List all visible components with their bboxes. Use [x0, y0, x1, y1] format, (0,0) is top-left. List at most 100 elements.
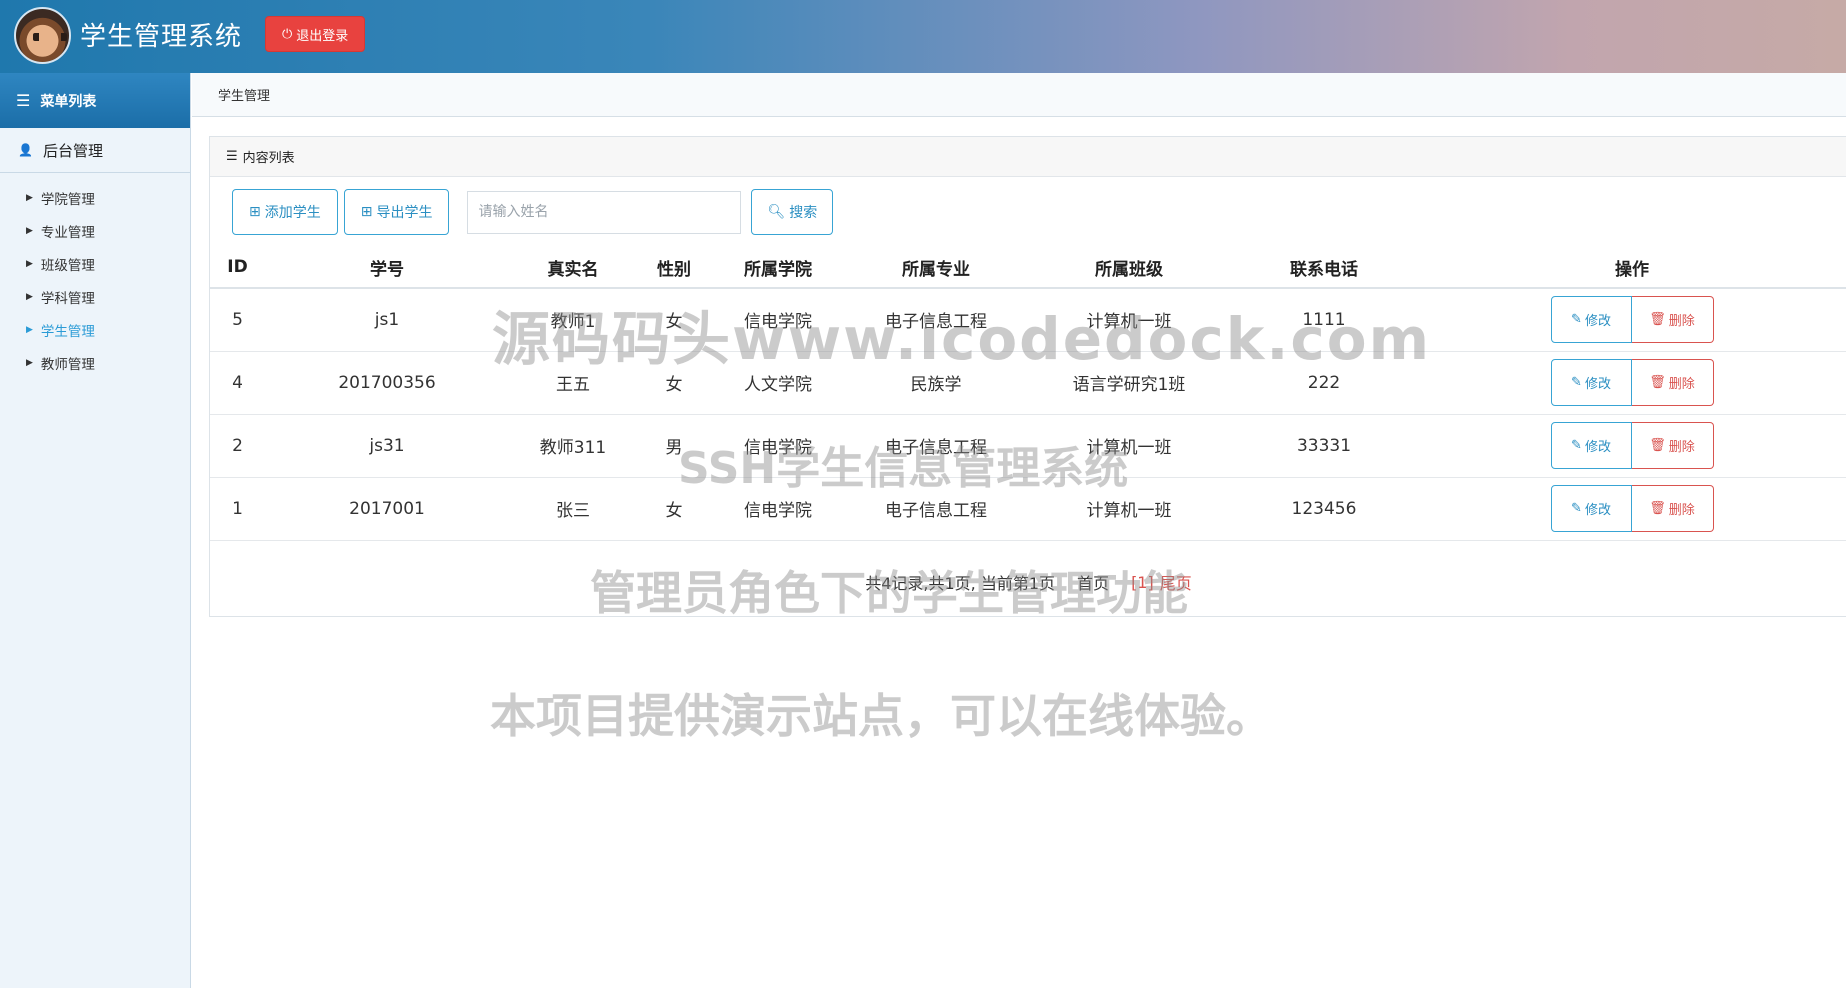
export-student-button[interactable]: ⊞ 导出学生: [343, 189, 450, 235]
student-table: ID 学号 真实名 性别 所属学院 所属专业 所属班级 联系电话 操作 5 js1…: [210, 247, 1846, 541]
avatar: [14, 7, 71, 64]
cell-name: 王五: [509, 351, 637, 415]
sidebar-item-label: 学科管理: [40, 290, 95, 307]
column-header-class: 所属班级: [1027, 247, 1231, 289]
cell-gender: 女: [637, 477, 711, 541]
cell-name: 教师1: [509, 288, 637, 352]
cell-id: 1: [210, 477, 265, 541]
trash-icon: 🗑︎: [1649, 501, 1666, 516]
column-header-name: 真实名: [509, 247, 637, 289]
list-icon: ☰: [226, 149, 238, 164]
delete-label: 删除: [1668, 503, 1695, 518]
add-student-label: 添加学生: [264, 205, 321, 221]
sidebar-menu: ▶ 学院管理 ▶ 专业管理 ▶ 班级管理 ▶ 学科管理 ▶ 学生管理 ▶ 教师管理: [0, 173, 190, 379]
sidebar-item-major[interactable]: ▶ 专业管理: [0, 214, 190, 247]
cell-actions: ✎ 修改 🗑︎ 删除: [1417, 414, 1846, 478]
edit-icon: ✎: [1571, 438, 1582, 453]
edit-icon: ✎: [1571, 501, 1582, 516]
caret-right-icon: ▶: [26, 324, 33, 335]
sidebar-item-subject[interactable]: ▶ 学科管理: [0, 280, 190, 313]
cell-gender: 男: [637, 414, 711, 478]
sidebar-item-label: 教师管理: [40, 356, 95, 373]
cell-id: 4: [210, 351, 265, 415]
delete-label: 删除: [1668, 314, 1695, 330]
edit-button[interactable]: ✎ 修改: [1550, 485, 1632, 532]
sidebar-item-class[interactable]: ▶ 班级管理: [0, 247, 190, 280]
toolbar: ⊞ 添加学生 ⊞ 导出学生 🔍︎ 搜索: [232, 189, 834, 235]
caret-right-icon: ▶: [26, 225, 33, 236]
caret-right-icon: ▶: [26, 258, 33, 269]
top-header: 学生管理系统 ⏻ 退出登录: [0, 0, 1846, 73]
cell-college: 信电学院: [711, 288, 845, 352]
first-page-link[interactable]: 首页: [1077, 570, 1109, 594]
cell-gender: 女: [637, 288, 711, 352]
panel-heading: ☰ 内容列表: [210, 137, 1846, 177]
table-header-row: ID 学号 真实名 性别 所属学院 所属专业 所属班级 联系电话 操作: [210, 247, 1846, 289]
cell-class: 计算机一班: [1027, 288, 1231, 352]
cell-major: 电子信息工程: [845, 414, 1027, 478]
cell-class: 计算机一班: [1027, 414, 1231, 478]
search-button[interactable]: 🔍︎ 搜索: [751, 189, 834, 235]
table-row: 1 2017001 张三女信电学院 电子信息工程 计算机一班 123456 ✎ 修改 🗑︎ 删除: [210, 477, 1846, 541]
menu-header: ☰ 菜单列表: [0, 73, 190, 128]
last-page-link[interactable]: 尾页: [1160, 570, 1192, 594]
column-header-id: ID: [210, 247, 265, 289]
table-row: 4 201700356 王五女人文学院 民族学 语言学研究1班 222 ✎ 修改 🗑︎ 删除: [210, 351, 1846, 415]
delete-button[interactable]: 🗑︎ 删除: [1631, 296, 1714, 344]
current-page[interactable]: [1]: [1131, 573, 1154, 592]
caret-right-icon: ▶: [26, 357, 33, 368]
delete-label: 删除: [1668, 377, 1695, 392]
sidebar-item-student[interactable]: ▶ 学生管理: [0, 313, 190, 346]
breadcrumb-current: 学生管理: [218, 89, 271, 104]
logout-label: 退出登录: [296, 28, 349, 44]
logout-button[interactable]: ⏻ 退出登录: [265, 16, 366, 52]
table-body: 5 js1 教师1 女信电学院 电子信息工程 计算机一班 1111 ✎ 修改 🗑︎ 删除 4 20170…: [210, 288, 1846, 541]
export-student-label: 导出学生: [376, 205, 433, 221]
app-title: 学生管理系统: [80, 22, 243, 52]
add-student-button[interactable]: ⊞ 添加学生: [232, 189, 338, 235]
row-actions: ✎ 修改 🗑︎ 删除: [1550, 422, 1714, 469]
cell-class: 计算机一班: [1027, 477, 1231, 541]
content-panel: ☰ 内容列表 ⊞ 添加学生 ⊞ 导出学生 🔍︎ 搜索 ID 学号: [209, 136, 1846, 617]
column-header-college: 所属学院: [711, 247, 845, 289]
cell-number: js31: [265, 414, 509, 478]
edit-button[interactable]: ✎ 修改: [1550, 296, 1632, 344]
row-actions: ✎ 修改 🗑︎ 删除: [1550, 359, 1714, 406]
cell-actions: ✎ 修改 🗑︎ 删除: [1417, 477, 1846, 541]
menu-icon: ☰: [16, 91, 31, 110]
column-header-actions: 操作: [1417, 247, 1846, 289]
sidebar-item-label: 班级管理: [40, 257, 95, 274]
sidebar: ☰ 菜单列表 👤 后台管理 ▶ 学院管理 ▶ 专业管理 ▶ 班级管理 ▶ 学科管理 ▶ 学…: [0, 73, 191, 988]
caret-right-icon: ▶: [26, 291, 33, 302]
delete-button[interactable]: 🗑︎ 删除: [1631, 359, 1714, 406]
sidebar-item-college[interactable]: ▶ 学院管理: [0, 181, 190, 214]
search-input[interactable]: [467, 190, 742, 234]
pagination: 共4记录,共1页, 当前第1页 首页 [1] 尾页: [210, 567, 1846, 597]
column-header-phone: 联系电话: [1231, 247, 1417, 289]
cell-college: 信电学院: [711, 414, 845, 478]
cell-gender: 女: [637, 351, 711, 415]
delete-button[interactable]: 🗑︎ 删除: [1631, 422, 1714, 469]
plus-square-icon: ⊞: [249, 204, 261, 220]
sidebar-group-admin[interactable]: 👤 后台管理: [0, 128, 190, 173]
cell-phone: 123456: [1231, 477, 1417, 541]
cell-class: 语言学研究1班: [1027, 351, 1231, 415]
cell-name: 教师311: [509, 414, 637, 478]
cell-college: 信电学院: [711, 477, 845, 541]
edit-button[interactable]: ✎ 修改: [1550, 359, 1632, 406]
cell-number: 201700356: [265, 351, 509, 415]
delete-button[interactable]: 🗑︎ 删除: [1631, 485, 1714, 532]
sidebar-item-label: 学生管理: [40, 323, 95, 340]
cell-major: 电子信息工程: [845, 288, 1027, 352]
caret-right-icon: ▶: [26, 192, 33, 203]
search-icon: 🔍︎: [767, 204, 786, 220]
sidebar-item-label: 专业管理: [40, 224, 95, 241]
pagination-summary: 共4记录,共1页, 当前第1页: [865, 574, 1056, 593]
edit-icon: ✎: [1571, 375, 1582, 390]
cell-major: 民族学: [845, 351, 1027, 415]
edit-button[interactable]: ✎ 修改: [1550, 422, 1632, 469]
cell-phone: 33331: [1231, 414, 1417, 478]
sidebar-item-teacher[interactable]: ▶ 教师管理: [0, 346, 190, 379]
menu-title: 菜单列表: [40, 93, 97, 110]
edit-label: 修改: [1584, 440, 1611, 455]
